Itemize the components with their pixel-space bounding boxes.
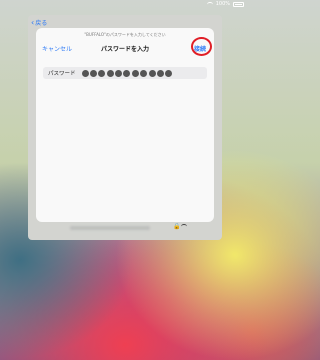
dialog-title: パスワードを入力: [100, 46, 149, 53]
password-dot: [81, 69, 89, 77]
password-dialog: "BUFFALO"のパスワードを入力してください キャンセル パスワードを入力 …: [36, 28, 214, 222]
wifi-icon: [181, 224, 187, 229]
back-button[interactable]: ‹ 戻る: [31, 18, 47, 27]
dialog-prompt: "BUFFALO"のパスワードを入力してください: [84, 32, 166, 37]
password-dot: [98, 69, 106, 77]
status-bar: 100%: [0, 0, 250, 12]
password-dot: [123, 69, 131, 77]
lock-icon: 🔒: [173, 223, 181, 230]
password-dot: [148, 69, 156, 77]
password-dot: [106, 69, 114, 77]
blurred-network-row: [70, 226, 150, 230]
battery-percentage: 100%: [215, 1, 230, 7]
password-field[interactable]: パスワード: [43, 67, 207, 79]
password-dot: [115, 69, 123, 77]
password-dot: [89, 69, 97, 77]
battery-icon: [233, 1, 244, 7]
back-label: 戻る: [35, 20, 48, 27]
password-dot: [157, 69, 165, 77]
password-label: パスワード: [48, 71, 76, 77]
password-dot: [165, 69, 173, 77]
password-dot: [131, 69, 139, 77]
password-dots: [81, 69, 173, 77]
wifi-status-icon: [206, 1, 213, 7]
password-dot: [140, 69, 148, 77]
status-indicators: 100%: [206, 1, 244, 7]
chevron-left-icon: ‹: [31, 17, 35, 27]
highlight-circle: [191, 37, 212, 56]
